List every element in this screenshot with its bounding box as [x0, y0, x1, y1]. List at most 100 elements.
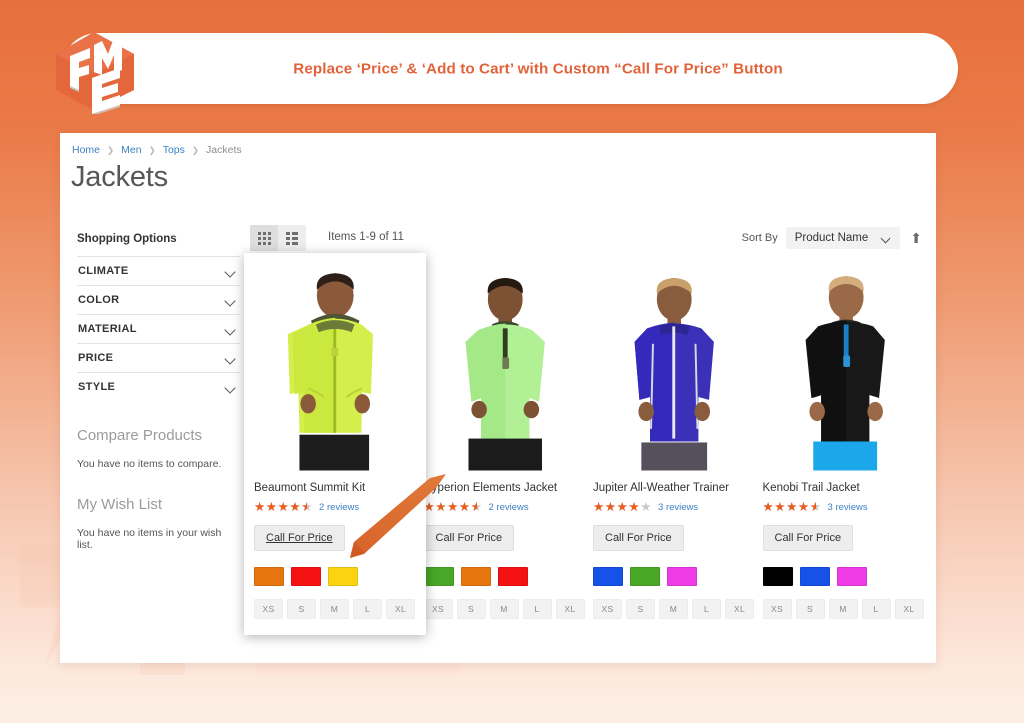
color-swatch[interactable] [328, 566, 358, 586]
size-option[interactable]: S [456, 598, 486, 619]
chevron-down-icon [225, 268, 236, 275]
product-card[interactable]: Kenobi Trail Jacket ★★★★★★★★★★ 3 reviews… [759, 261, 929, 635]
color-swatches [254, 566, 416, 586]
compare-products-title: Compare Products [77, 427, 203, 444]
banner-title: Replace ‘Price’ & ‘Add to Cart’ with Cus… [293, 60, 783, 77]
product-name[interactable]: Jupiter All-Weather Trainer [593, 482, 755, 494]
chevron-down-icon [225, 326, 236, 333]
color-swatch[interactable] [460, 566, 491, 586]
product-card[interactable]: Hyperion Elements Jacket ★★★★★★★★★★ 2 re… [420, 261, 590, 635]
color-swatch[interactable] [667, 566, 697, 586]
product-image[interactable] [254, 261, 416, 474]
product-image[interactable] [762, 261, 924, 474]
breadcrumb-item-tops[interactable]: Tops [163, 144, 185, 156]
size-option[interactable]: L [692, 598, 721, 619]
color-swatch[interactable] [799, 566, 830, 586]
call-for-price-button[interactable]: Call For Price [762, 524, 854, 551]
page-root: Replace ‘Price’ & ‘Add to Cart’ with Cus… [0, 0, 1024, 723]
color-swatches [762, 566, 925, 586]
call-for-price-button[interactable]: Call For Price [593, 524, 684, 551]
size-option[interactable]: S [287, 598, 316, 619]
size-option[interactable]: XL [386, 598, 415, 619]
review-count-link[interactable]: 3 reviews [658, 502, 698, 513]
sort-by-label: Sort By [741, 232, 778, 244]
product-card[interactable]: Jupiter All-Weather Trainer ★★★★★★★★★★ 3… [589, 261, 759, 635]
color-swatch[interactable] [630, 566, 660, 586]
size-option[interactable]: M [828, 598, 858, 619]
product-rating: ★★★★★★★★★★ 2 reviews [424, 501, 586, 514]
list-view-icon[interactable] [278, 225, 306, 251]
size-option[interactable]: XS [423, 598, 453, 619]
sidebar-filter-climate[interactable]: CLIMATE [77, 256, 240, 285]
product-name[interactable]: Hyperion Elements Jacket [424, 482, 586, 494]
product-name[interactable]: Beaumont Summit Kit [254, 482, 416, 494]
wishlist-title: My Wish List [77, 496, 163, 513]
size-options: XS S M L XL [762, 598, 925, 619]
size-options: XS S M L XL [254, 598, 416, 619]
chevron-down-icon [225, 384, 236, 391]
star-rating-icon: ★★★★★★★★★★ [593, 500, 653, 514]
breadcrumb-separator-icon: ❯ [148, 144, 156, 155]
product-image[interactable] [423, 261, 585, 474]
compare-products-block: Compare Products You have no items to co… [77, 427, 240, 470]
fme-logo-icon [48, 28, 144, 114]
size-option[interactable]: XS [762, 598, 792, 619]
breadcrumb-item-home[interactable]: Home [72, 144, 100, 156]
sort-by-value: Product Name [794, 232, 869, 244]
sort-controls: Sort By Product Name ⬆ [742, 227, 924, 249]
sidebar-filter-price[interactable]: PRICE [77, 343, 240, 372]
size-option[interactable]: XL [555, 598, 585, 619]
call-for-price-button[interactable]: Call For Price [423, 524, 515, 551]
review-count-link[interactable]: 2 reviews [319, 502, 359, 513]
call-for-price-button[interactable]: Call For Price [254, 524, 345, 551]
breadcrumb-item-men[interactable]: Men [121, 144, 141, 156]
items-count-label: Items 1-9 of 11 [328, 231, 404, 243]
size-option[interactable]: L [861, 598, 891, 619]
color-swatch[interactable] [254, 566, 284, 586]
sort-direction-icon[interactable]: ⬆ [908, 231, 924, 245]
size-option[interactable]: S [626, 598, 655, 619]
size-option[interactable]: M [320, 598, 349, 619]
size-options: XS S M L XL [593, 598, 755, 619]
size-option[interactable]: M [489, 598, 519, 619]
filter-label: CLIMATE [78, 265, 129, 277]
star-rating-icon: ★★★★★★★★★★ [254, 500, 314, 514]
color-swatch[interactable] [423, 566, 454, 586]
sidebar: Shopping Options CLIMATE COLOR MATERIAL … [77, 228, 240, 551]
color-swatches [593, 566, 755, 586]
grid-view-icon[interactable] [250, 225, 278, 251]
size-option[interactable]: XL [725, 598, 754, 619]
color-swatch[interactable] [593, 566, 623, 586]
compare-products-empty-text: You have no items to compare. [77, 458, 222, 470]
product-image[interactable] [593, 261, 755, 474]
size-option[interactable]: L [353, 598, 382, 619]
size-options: XS S M L XL [423, 598, 586, 619]
size-option[interactable]: M [659, 598, 688, 619]
size-option[interactable]: XL [894, 598, 924, 619]
color-swatch[interactable] [836, 566, 867, 586]
size-option[interactable]: XS [593, 598, 622, 619]
color-swatch[interactable] [497, 566, 528, 586]
product-name[interactable]: Kenobi Trail Jacket [763, 482, 925, 494]
product-card-featured[interactable]: Beaumont Summit Kit ★★★★★★★★★★ 2 reviews… [244, 253, 426, 635]
star-rating-icon: ★★★★★★★★★★ [423, 500, 483, 514]
sidebar-filter-material[interactable]: MATERIAL [77, 314, 240, 343]
product-rating: ★★★★★★★★★★ 3 reviews [763, 501, 925, 514]
size-option[interactable]: L [522, 598, 552, 619]
sidebar-filter-color[interactable]: COLOR [77, 285, 240, 314]
size-option[interactable]: S [795, 598, 825, 619]
size-option[interactable]: XS [254, 598, 283, 619]
wishlist-block: My Wish List You have no items in your w… [77, 496, 240, 551]
color-swatch[interactable] [291, 566, 321, 586]
filter-label: PRICE [78, 352, 114, 364]
color-swatch[interactable] [762, 566, 793, 586]
breadcrumb-separator-icon: ❯ [107, 144, 115, 155]
page-title: Jackets [71, 161, 168, 193]
product-grid: Beaumont Summit Kit ★★★★★★★★★★ 2 reviews… [244, 253, 929, 635]
sort-by-select[interactable]: Product Name [785, 227, 901, 249]
product-toolbar: Items 1-9 of 11 Sort By Product Name ⬆ [250, 225, 924, 255]
review-count-link[interactable]: 3 reviews [828, 502, 868, 513]
review-count-link[interactable]: 2 reviews [489, 502, 529, 513]
store-page-panel: Home ❯ Men ❯ Tops ❯ Jackets Jackets Shop… [60, 133, 936, 663]
sidebar-filter-style[interactable]: STYLE [77, 372, 240, 401]
